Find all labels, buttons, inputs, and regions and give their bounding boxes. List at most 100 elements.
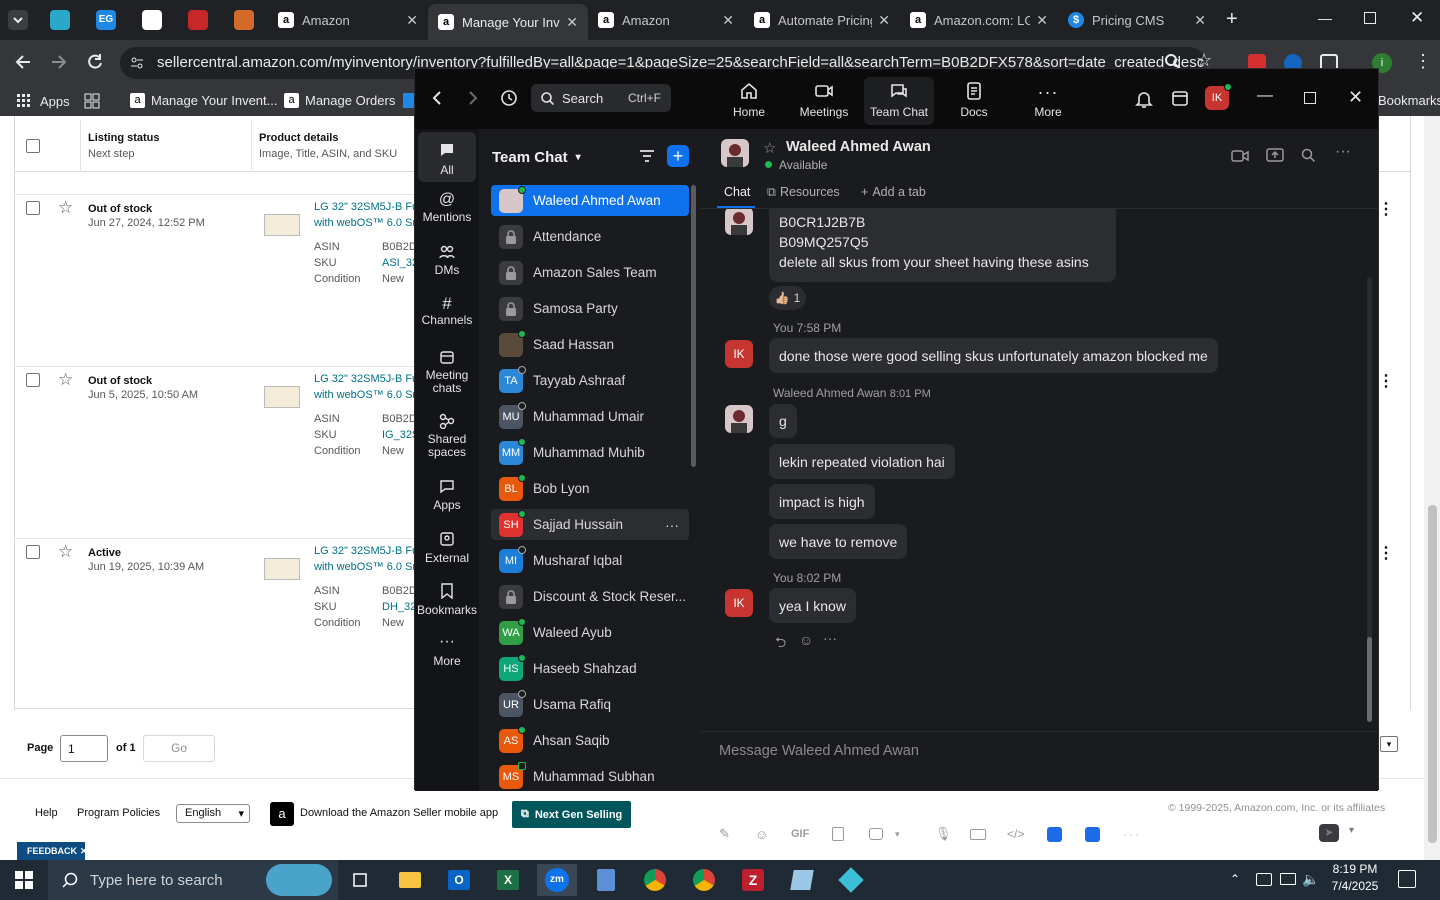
chat-list-item[interactable]: Amazon Sales Team	[491, 257, 689, 288]
zoom-app-icon[interactable]: zm	[537, 864, 577, 896]
chat-list-item[interactable]: UR Usama Rafiq	[491, 689, 689, 720]
tab-amazon-2[interactable]: a Amazon ✕	[588, 6, 744, 34]
rail-channels[interactable]: # Channels	[418, 295, 476, 327]
seller-app-icon[interactable]: a	[270, 802, 294, 826]
team-chat-title[interactable]: Team Chat ▾	[492, 149, 581, 166]
chat-list-item[interactable]: SH Sajjad Hussain ···	[491, 509, 689, 540]
app-icon[interactable]	[782, 864, 822, 896]
message-bubble[interactable]: g	[769, 404, 797, 438]
page-size-dropdown[interactable]: ▾	[1380, 736, 1398, 752]
nav-meetings[interactable]: Meetings	[789, 77, 859, 125]
pinned-tab-box-icon[interactable]	[234, 10, 254, 30]
sender-avatar[interactable]	[725, 209, 753, 235]
rail-more[interactable]: ··· More	[418, 634, 476, 668]
row-checkbox[interactable]	[26, 545, 40, 559]
favorite-star-icon[interactable]: ☆	[58, 198, 73, 218]
product-title-line2[interactable]: with webOS™ 6.0 Sr	[314, 387, 414, 403]
rail-external[interactable]: External	[418, 531, 476, 565]
tab-chat[interactable]: Chat	[724, 185, 750, 199]
add-reaction-icon[interactable]: ☺	[799, 632, 813, 648]
tab-resources[interactable]: ⧉ Resources	[767, 185, 840, 200]
message-bubble[interactable]: B0CR1J2B7B B09MQ257Q5 delete all skus fr…	[769, 209, 1116, 282]
reload-icon[interactable]	[86, 53, 104, 71]
excel-icon[interactable]: X	[488, 864, 528, 896]
tab-manage-inventory[interactable]: aManage Your Inventory✕	[428, 4, 588, 40]
tray-chevron-icon[interactable]: ⌃	[1230, 872, 1240, 886]
favorite-star-icon[interactable]: ☆	[58, 542, 73, 562]
program-policies-link[interactable]: Program Policies	[77, 807, 160, 819]
chat-list-item[interactable]: BL Bob Lyon	[491, 473, 689, 504]
app-icon-zoom[interactable]	[1085, 826, 1100, 842]
app-icon-blue[interactable]	[1047, 826, 1062, 842]
message-bubble[interactable]: impact is high	[769, 484, 875, 519]
chat-contact-name[interactable]: Waleed Ahmed Awan	[786, 139, 931, 155]
rail-all[interactable]: All	[418, 132, 476, 182]
listing-status-header[interactable]: Listing status	[88, 132, 160, 144]
close-tab-icon[interactable]: ✕	[1194, 12, 1206, 29]
sku-value[interactable]: DH_32	[382, 601, 416, 613]
history-icon[interactable]	[500, 89, 518, 107]
gif-button[interactable]: GIF	[791, 828, 809, 840]
seller-app-link[interactable]: Download the Amazon Seller mobile app	[300, 807, 498, 819]
row-checkbox[interactable]	[26, 373, 40, 387]
chat-list-item[interactable]: AS Ahsan Saqib	[491, 725, 689, 756]
app-diamond-icon[interactable]	[831, 864, 871, 896]
site-info-icon[interactable]	[130, 56, 144, 70]
chat-scrollbar-thumb[interactable]	[1367, 637, 1372, 722]
maximize-window-icon[interactable]	[1304, 92, 1316, 104]
filter-icon[interactable]	[639, 149, 655, 163]
close-tab-icon[interactable]: ✕	[722, 12, 734, 29]
product-title-line2[interactable]: with webOS™ 6.0 Sr	[314, 215, 414, 231]
chevron-down-icon[interactable]: ▾	[895, 829, 900, 840]
tab-amazon-1[interactable]: a Amazon ✕	[268, 6, 428, 34]
chat-list-item[interactable]: Samosa Party	[491, 293, 689, 324]
select-all-checkbox[interactable]	[26, 139, 40, 153]
product-title[interactable]: LG 32" 32SM5J-B Fu	[314, 199, 414, 215]
outlook-icon[interactable]: O	[439, 864, 479, 896]
reply-icon[interactable]: ⮌	[775, 632, 786, 656]
nav-more[interactable]: ··· More	[1013, 77, 1083, 125]
sender-avatar[interactable]: IK	[725, 589, 753, 617]
share-screen-icon[interactable]	[1266, 148, 1284, 164]
volume-icon[interactable]: 🔈	[1302, 871, 1319, 888]
star-icon[interactable]: ☆	[763, 139, 776, 157]
tab-groups-icon[interactable]	[84, 93, 100, 109]
row-checkbox[interactable]	[26, 201, 40, 215]
close-browser-icon[interactable]: ✕	[1410, 8, 1424, 28]
chat-list-item[interactable]: HS Haseeb Shahzad	[491, 653, 689, 684]
pinned-tab-red-icon[interactable]	[188, 10, 208, 30]
message-more-icon[interactable]: ···	[823, 630, 837, 646]
chrome-icon[interactable]	[635, 864, 675, 896]
sku-value[interactable]: ASI_32	[382, 257, 418, 269]
product-title[interactable]: LG 32" 32SM5J-B Fu	[314, 543, 414, 559]
nav-home[interactable]: Home	[714, 77, 784, 125]
screenshot-icon[interactable]	[869, 828, 883, 840]
rail-apps[interactable]: Apps	[418, 479, 476, 512]
tray-app-icon[interactable]	[1256, 873, 1272, 886]
close-window-icon[interactable]: ✕	[1348, 87, 1363, 108]
network-icon[interactable]	[1280, 873, 1296, 885]
minimize-browser-icon[interactable]: —	[1318, 10, 1332, 26]
close-tab-icon[interactable]: ✕	[566, 14, 578, 31]
bookmark-manage-inventory[interactable]: a Manage Your Invent...	[130, 93, 277, 108]
filezilla-icon[interactable]: Z	[733, 864, 773, 896]
rail-mentions[interactable]: @ Mentions	[418, 192, 476, 224]
search-bar[interactable]: Search Ctrl+F	[531, 84, 671, 112]
back-icon[interactable]	[14, 53, 32, 71]
add-tab-button[interactable]: + Add a tab	[861, 185, 926, 199]
video-message-icon[interactable]	[970, 828, 986, 840]
all-bookmarks[interactable]: Bookmarks	[1378, 93, 1440, 108]
search-icon[interactable]	[1301, 148, 1316, 163]
close-icon[interactable]: ✕	[80, 846, 88, 857]
chat-list-item[interactable]: Attendance	[491, 221, 689, 252]
start-button[interactable]	[4, 864, 44, 896]
next-gen-selling-button[interactable]: ⧉ Next Gen Selling	[512, 801, 631, 828]
bookmark-apps[interactable]: Apps	[16, 93, 70, 109]
new-tab-button[interactable]: +	[1226, 8, 1238, 31]
help-link[interactable]: Help	[35, 807, 58, 819]
row-actions-icon[interactable]: ⋮	[1378, 544, 1394, 564]
message-bubble[interactable]: done those were good selling skus unfort…	[769, 338, 1218, 373]
pinned-tab-eg-icon[interactable]: EG	[96, 10, 116, 30]
calculator-icon[interactable]	[586, 864, 626, 896]
contact-avatar[interactable]	[721, 139, 749, 167]
